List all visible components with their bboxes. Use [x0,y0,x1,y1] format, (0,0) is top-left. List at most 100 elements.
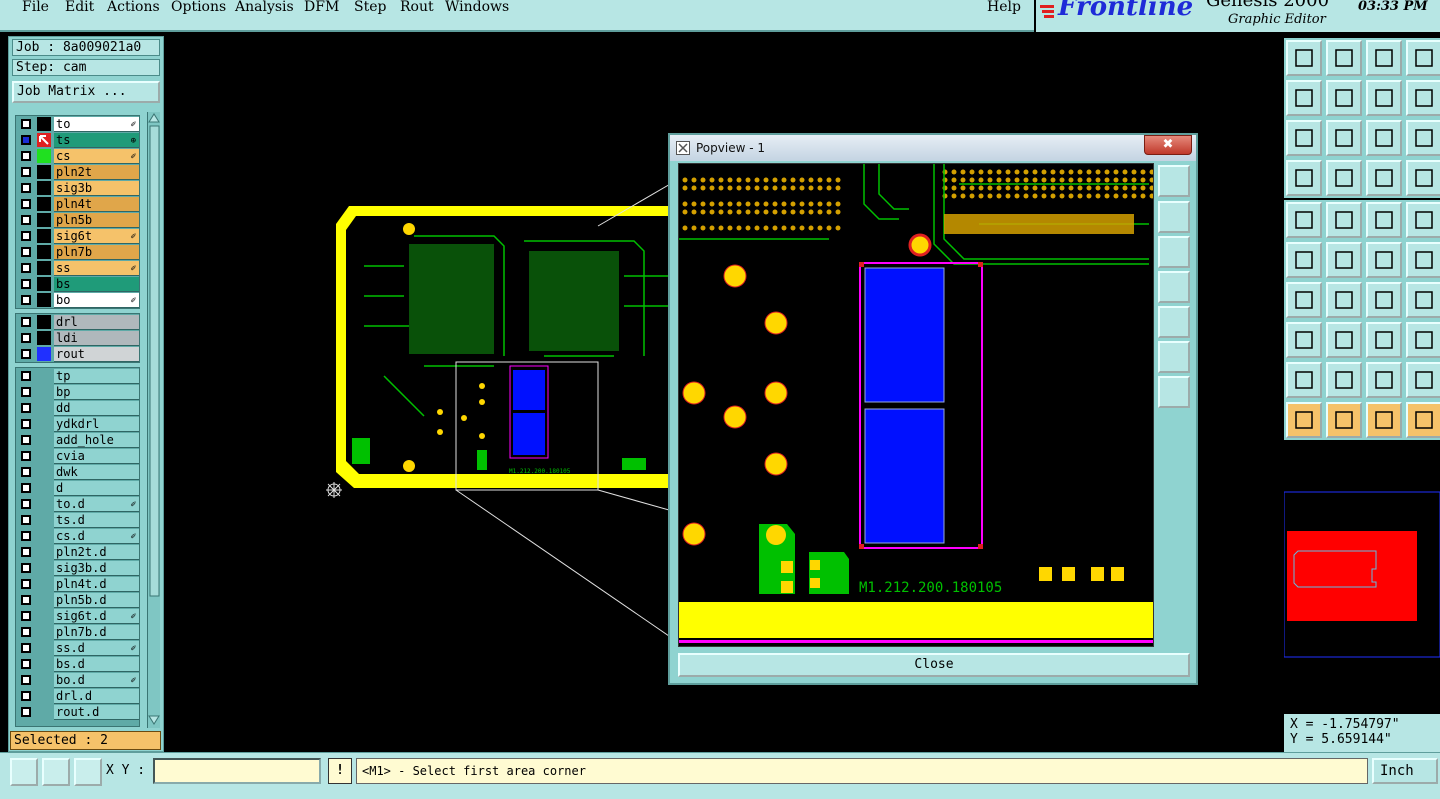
menu-rout[interactable]: Rout [400,0,434,15]
snap-angle-icon[interactable] [42,758,70,786]
layer-row[interactable]: to.d ✐ [16,496,139,512]
layer-name[interactable]: ss.d ✐ [54,641,139,656]
layer-name[interactable]: add_hole [54,433,139,448]
layer-name[interactable]: pln2t [54,165,139,180]
layer-checkbox[interactable] [21,483,31,493]
layer-checkbox[interactable] [21,263,31,273]
layer-checkbox[interactable] [21,119,31,129]
layer-row[interactable]: sig6t.d ✐ [16,608,139,624]
layer-row[interactable]: cs.d ✐ [16,528,139,544]
layer-name[interactable]: pln4t.d [54,577,139,592]
layer-checkbox[interactable] [21,515,31,525]
layer-name[interactable]: pln5b.d [54,593,139,608]
layer-row[interactable]: bo.d ✐ [16,672,139,688]
angle-line-icon[interactable] [1286,282,1322,318]
pad-icon[interactable] [1406,202,1440,238]
overview-minimap[interactable] [1283,444,1440,706]
layer-name[interactable]: tp [54,369,139,384]
snap-grid-icon[interactable] [10,758,38,786]
layer-name[interactable]: drl [54,315,139,330]
layer-name[interactable]: dd [54,401,139,416]
layer-row[interactable]: pln4t.d [16,576,139,592]
layer-checkbox[interactable] [21,467,31,477]
layer-row[interactable]: bs.d [16,656,139,672]
layer-row[interactable]: d [16,480,139,496]
layer-row[interactable]: rout [16,346,139,362]
layer-row[interactable]: ldi [16,330,139,346]
layer-row[interactable]: sig3b [16,180,139,196]
pointer-icon[interactable] [1286,402,1322,438]
layer-name[interactable]: ydkdrl [54,417,139,432]
layer-name[interactable]: sig3b [54,181,139,196]
pointer-net-icon[interactable] [1406,402,1440,438]
feature-copy-icon[interactable] [1286,322,1322,358]
text-a2-icon[interactable] [1366,362,1402,398]
layer-checkbox[interactable] [21,531,31,541]
arc-red-icon[interactable] [1366,242,1402,278]
menu-step[interactable]: Step [354,0,386,15]
layer-row[interactable]: bp [16,384,139,400]
layer-up-icon[interactable] [1286,40,1322,76]
layer-name[interactable]: bo ✐ [54,293,139,308]
layer-checkbox[interactable] [21,387,31,397]
arrow-a-icon[interactable] [1406,362,1440,398]
layer-checkbox[interactable] [21,403,31,413]
layer-row[interactable]: pln2t.d [16,544,139,560]
layer-name[interactable]: bs.d [54,657,139,672]
layer-name[interactable]: pln2t.d [54,545,139,560]
next-view-icon[interactable] [1326,80,1362,116]
layer-name[interactable]: sig6t ✐ [54,229,139,244]
pointer-circle-icon[interactable] [1366,402,1402,438]
text-a-icon[interactable] [1326,362,1362,398]
redraw-icon[interactable] [1366,80,1402,116]
layer-name[interactable]: bs [54,277,139,292]
popview-tool-pan-right-icon[interactable] [1158,306,1190,338]
undo-shape-icon[interactable] [1406,80,1440,116]
layer-checkbox[interactable] [21,199,31,209]
prev-view-icon[interactable] [1286,80,1322,116]
layer-name[interactable]: rout.d [54,705,139,720]
layer-checkbox[interactable] [21,419,31,429]
popview-close-x-button[interactable]: ✖ [1144,135,1192,155]
menu-help[interactable]: Help [987,0,1021,15]
layer-name[interactable]: dwk [54,465,139,480]
fill-feature-icon[interactable] [1326,202,1362,238]
layer-name[interactable]: ss ✐ [54,261,139,276]
layer-name[interactable]: cs ✐ [54,149,139,164]
layer-checkbox[interactable] [21,659,31,669]
layer-row[interactable]: bo ✐ [16,292,139,308]
layer-name[interactable]: rout [54,347,139,362]
layer-row[interactable]: ss ✐ [16,260,139,276]
popview-close-button[interactable]: Close [678,653,1190,677]
layer-name[interactable]: ts.d [54,513,139,528]
layer-checkbox[interactable] [21,167,31,177]
layer-name[interactable]: drl.d [54,689,139,704]
layer-row[interactable]: ss.d ✐ [16,640,139,656]
layer-row[interactable]: dd [16,400,139,416]
menu-actions[interactable]: Actions [107,0,160,15]
copy-shape-icon[interactable] [1406,322,1440,358]
layer-checkbox[interactable] [21,691,31,701]
layer-checkbox[interactable] [21,547,31,557]
layer-row[interactable]: pln7b.d [16,624,139,640]
layer-row[interactable]: cvia [16,448,139,464]
net-connect-icon[interactable] [1286,242,1322,278]
layer-checkbox[interactable] [21,317,31,327]
home-icon[interactable] [1366,40,1402,76]
layer-down-icon[interactable] [1326,40,1362,76]
popview-tool-pan-up-icon[interactable] [1158,201,1190,233]
layer-name[interactable]: cvia [54,449,139,464]
popview-tool-zoom-in-icon[interactable] [1158,341,1190,373]
layer-row[interactable]: bs [16,276,139,292]
popview-tool-pan-left-icon[interactable] [1158,271,1190,303]
layer-scrollbar[interactable] [147,112,160,728]
layer-row[interactable]: pln5b [16,212,139,228]
pad-add-icon[interactable] [1286,362,1322,398]
layer-checkbox[interactable] [21,675,31,685]
layer-row[interactable]: pln7b [16,244,139,260]
layer-name[interactable]: pln5b [54,213,139,228]
layer-name[interactable]: sig3b.d [54,561,139,576]
layer-checkbox[interactable] [21,183,31,193]
layer-name[interactable]: d [54,481,139,496]
layer-row[interactable]: ts.d [16,512,139,528]
